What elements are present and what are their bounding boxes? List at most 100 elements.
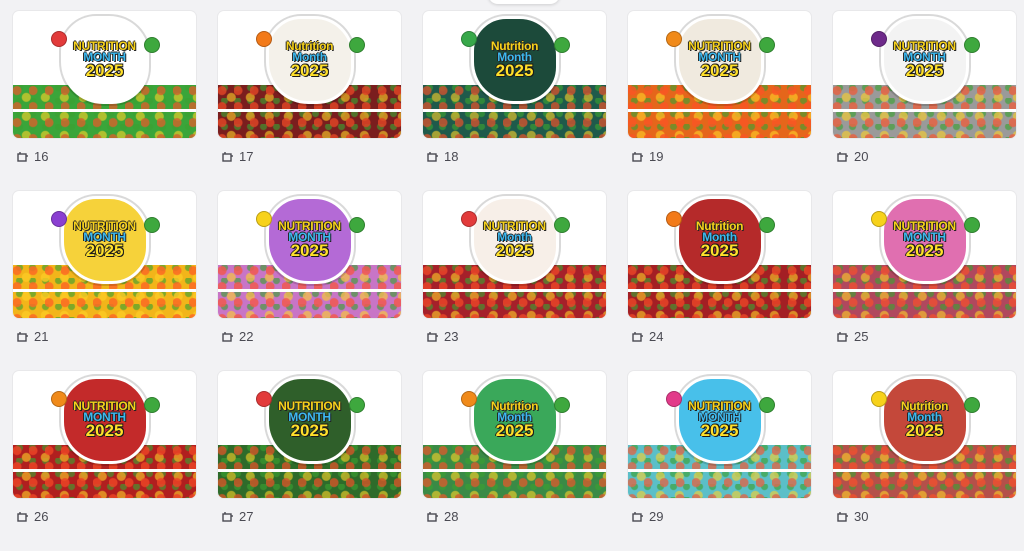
design-thumbnail[interactable]: NUTRITION MONTH 2025: [13, 191, 196, 318]
design-card[interactable]: NUTRITION MONTH 2025 21: [13, 191, 196, 371]
band-divider: [13, 289, 196, 292]
frame-icon: [17, 511, 28, 522]
card-number: 19: [649, 149, 664, 164]
frame-icon: [222, 331, 233, 342]
nutrition-month-badge: NUTRITION Month 2025: [470, 196, 559, 284]
nutrition-month-badge: NUTRITION MONTH 2025: [880, 16, 969, 104]
design-card[interactable]: NUTRITION Month 2025 23: [423, 191, 606, 371]
vegetable-icon: [349, 397, 365, 413]
card-label: 23: [426, 329, 458, 344]
vegetable-icon: [51, 31, 67, 47]
badge-year: 2025: [700, 241, 739, 261]
badge-year: 2025: [700, 61, 739, 81]
band-divider: [628, 289, 811, 292]
badge-year: 2025: [290, 421, 329, 441]
band-divider: [423, 109, 606, 112]
design-card[interactable]: NUTRITION MONTH 2025 20: [833, 11, 1016, 191]
vegetable-icon: [964, 397, 980, 413]
vegetable-icon: [871, 391, 887, 407]
design-thumbnail[interactable]: NUTRITION MONTH 2025: [628, 11, 811, 138]
band-divider: [628, 109, 811, 112]
design-card[interactable]: NUTRITION MONTH 2025 22: [218, 191, 401, 371]
design-thumbnail[interactable]: NUTRITION MONTH 2025: [218, 191, 401, 318]
band-divider: [423, 289, 606, 292]
design-card[interactable]: Nutrition Month 2025 18: [423, 11, 606, 191]
vegetable-icon: [666, 31, 682, 47]
nutrition-month-badge: NUTRITION MONTH 2025: [265, 196, 354, 284]
card-number: 24: [649, 329, 664, 344]
nutrition-month-badge: Nutrition Month 2025: [880, 376, 969, 464]
card-number: 28: [444, 509, 459, 524]
design-thumbnail[interactable]: NUTRITION MONTH 2025: [833, 191, 1016, 318]
design-card[interactable]: Nutrition Month 2025 30: [833, 371, 1016, 551]
card-number: 22: [239, 329, 254, 344]
card-number: 27: [239, 509, 254, 524]
nutrition-month-badge: NUTRITION MONTH 2025: [675, 376, 764, 464]
design-thumbnail[interactable]: NUTRITION MONTH 2025: [13, 11, 196, 138]
vegetable-icon: [349, 37, 365, 53]
vegetable-icon: [256, 31, 272, 47]
design-thumbnail[interactable]: NUTRITION MONTH 2025: [628, 371, 811, 498]
frame-icon: [632, 511, 643, 522]
design-card[interactable]: NUTRITION MONTH 2025 26: [13, 371, 196, 551]
card-label: 17: [221, 149, 253, 164]
card-number: 20: [854, 149, 869, 164]
frame-icon: [17, 331, 28, 342]
badge-year: 2025: [905, 421, 944, 441]
design-card[interactable]: NUTRITION MONTH 2025 27: [218, 371, 401, 551]
frame-icon: [837, 151, 848, 162]
card-number: 25: [854, 329, 869, 344]
design-thumbnail[interactable]: NUTRITION MONTH 2025: [13, 371, 196, 498]
vegetable-icon: [554, 397, 570, 413]
design-card[interactable]: Nutrition Month 2025 17: [218, 11, 401, 191]
design-thumbnail[interactable]: Nutrition Month 2025: [423, 371, 606, 498]
vegetable-icon: [871, 211, 887, 227]
design-card[interactable]: Nutrition Month 2025 28: [423, 371, 606, 551]
design-card[interactable]: NUTRITION MONTH 2025 25: [833, 191, 1016, 371]
design-thumbnail[interactable]: Nutrition Month 2025: [833, 371, 1016, 498]
vegetable-icon: [759, 217, 775, 233]
band-divider: [628, 469, 811, 472]
vegetable-icon: [666, 391, 682, 407]
frame-icon: [632, 331, 643, 342]
card-label: 16: [16, 149, 48, 164]
band-divider: [218, 289, 401, 292]
vegetable-icon: [144, 37, 160, 53]
badge-year: 2025: [495, 421, 534, 441]
card-label: 27: [221, 509, 253, 524]
card-label: 30: [836, 509, 868, 524]
design-thumbnail[interactable]: NUTRITION Month 2025: [423, 191, 606, 318]
design-thumbnail[interactable]: Nutrition Month 2025: [423, 11, 606, 138]
card-label: 20: [836, 149, 868, 164]
design-grid: NUTRITION MONTH 2025 16 Nutrition Month: [13, 11, 1016, 551]
nutrition-month-badge: Nutrition Month 2025: [470, 376, 559, 464]
design-thumbnail[interactable]: NUTRITION MONTH 2025: [833, 11, 1016, 138]
badge-year: 2025: [290, 61, 329, 81]
card-label: 22: [221, 329, 253, 344]
vegetable-icon: [554, 217, 570, 233]
nutrition-month-badge: NUTRITION MONTH 2025: [60, 196, 149, 284]
vegetable-icon: [256, 391, 272, 407]
frame-icon: [837, 511, 848, 522]
nutrition-month-badge: NUTRITION MONTH 2025: [265, 376, 354, 464]
design-thumbnail[interactable]: Nutrition Month 2025: [218, 11, 401, 138]
design-card[interactable]: NUTRITION MONTH 2025 19: [628, 11, 811, 191]
vegetable-icon: [666, 211, 682, 227]
vegetable-icon: [461, 391, 477, 407]
top-scroll-handle: [488, 0, 560, 4]
badge-year: 2025: [700, 421, 739, 441]
badge-year: 2025: [290, 241, 329, 261]
badge-year: 2025: [905, 241, 944, 261]
vegetable-icon: [461, 31, 477, 47]
design-thumbnail[interactable]: NUTRITION MONTH 2025: [218, 371, 401, 498]
band-divider: [13, 469, 196, 472]
design-card[interactable]: Nutrition Month 2025 24: [628, 191, 811, 371]
badge-year: 2025: [85, 61, 124, 81]
band-divider: [423, 469, 606, 472]
card-number: 23: [444, 329, 459, 344]
design-thumbnail[interactable]: Nutrition Month 2025: [628, 191, 811, 318]
band-divider: [218, 109, 401, 112]
nutrition-month-badge: NUTRITION MONTH 2025: [60, 16, 149, 104]
design-card[interactable]: NUTRITION MONTH 2025 29: [628, 371, 811, 551]
design-card[interactable]: NUTRITION MONTH 2025 16: [13, 11, 196, 191]
